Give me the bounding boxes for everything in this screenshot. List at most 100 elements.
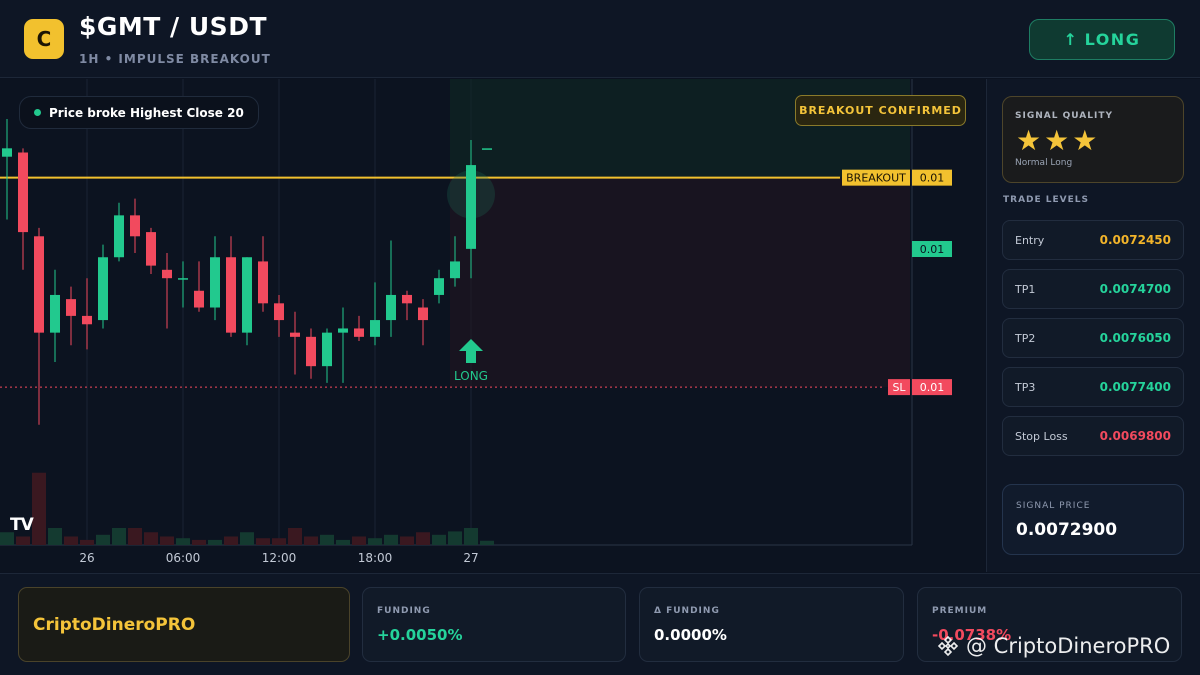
brand-card: CriptoDineroPRO bbox=[18, 587, 350, 662]
price-chart[interactable]: LONG 0.01 BREAKOUT 0.01 SL 0.01 26 06:00 12:00 18… bbox=[0, 79, 985, 572]
candle-body[interactable] bbox=[18, 152, 28, 233]
long-marker-label: LONG bbox=[454, 369, 488, 383]
volume-bar bbox=[416, 532, 430, 545]
candle-body[interactable] bbox=[2, 148, 12, 157]
candle-body[interactable] bbox=[210, 257, 220, 308]
candle-body[interactable] bbox=[130, 215, 140, 237]
binance-icon bbox=[937, 635, 959, 657]
volume-bar bbox=[144, 532, 158, 545]
price-tag: 0.01 bbox=[920, 172, 945, 185]
signal-price-card: SIGNAL PRICE 0.0072900 bbox=[1002, 484, 1184, 555]
volume-bar bbox=[96, 534, 110, 545]
signal-price-label: SIGNAL PRICE bbox=[1016, 501, 1091, 511]
volume-bar bbox=[272, 538, 286, 545]
app-logo: C bbox=[24, 19, 64, 59]
arrow-up-icon: ↑ bbox=[1063, 30, 1079, 49]
volume-bar bbox=[64, 536, 78, 545]
funding-label: FUNDING bbox=[377, 606, 431, 616]
candle-body[interactable] bbox=[306, 336, 316, 367]
candle-body[interactable] bbox=[482, 148, 492, 150]
volume-bar bbox=[80, 539, 94, 545]
level-name: TP1 bbox=[1015, 282, 1036, 296]
level-value: 0.0074700 bbox=[1099, 282, 1171, 296]
volume-bar bbox=[352, 536, 366, 545]
candle-body[interactable] bbox=[450, 261, 460, 279]
candle-body[interactable] bbox=[34, 236, 44, 333]
x-tick-label: 26 bbox=[79, 551, 94, 565]
volume-bar bbox=[240, 532, 254, 545]
candle-body[interactable] bbox=[466, 165, 476, 249]
candle-body[interactable] bbox=[146, 232, 156, 266]
volume-bar bbox=[336, 539, 350, 545]
candle-body[interactable] bbox=[354, 328, 364, 337]
volume-bar bbox=[384, 534, 398, 545]
candle-body[interactable] bbox=[258, 261, 268, 304]
funding-card: FUNDING +0.0050% bbox=[362, 587, 626, 662]
level-tp2[interactable]: TP2 0.0076050 bbox=[1002, 318, 1184, 358]
signal-quality-label: SIGNAL QUALITY bbox=[1015, 111, 1113, 121]
candlestick-chart[interactable]: LONG 0.01 BREAKOUT 0.01 SL 0.01 26 06:00 12:00 18… bbox=[0, 79, 985, 572]
delta-funding-card: Δ FUNDING 0.0000% bbox=[639, 587, 904, 662]
level-tp3[interactable]: TP3 0.0077400 bbox=[1002, 367, 1184, 407]
candle-body[interactable] bbox=[370, 320, 380, 337]
volume-bar bbox=[224, 536, 238, 545]
volume-bar bbox=[432, 534, 446, 545]
volume-bar bbox=[160, 536, 174, 545]
breakout-condition-text: Price broke Highest Close 20 bbox=[49, 105, 244, 120]
candle-body[interactable] bbox=[434, 278, 444, 295]
volume-bar bbox=[320, 534, 334, 545]
funding-value: +0.0050% bbox=[377, 626, 463, 644]
volume-bar bbox=[448, 531, 462, 545]
volume-bar bbox=[16, 536, 30, 545]
breakout-tag: BREAKOUT bbox=[846, 172, 906, 185]
volume-bar bbox=[368, 538, 382, 545]
watermark-text: @ CriptoDineroPRO bbox=[966, 634, 1171, 658]
candle-body[interactable] bbox=[178, 278, 188, 280]
candle-body[interactable] bbox=[50, 294, 60, 333]
level-stop-loss[interactable]: Stop Loss 0.0069800 bbox=[1002, 416, 1184, 456]
tradingview-logo: TV bbox=[10, 515, 34, 535]
candle-body[interactable] bbox=[98, 257, 108, 321]
candle-body[interactable] bbox=[386, 294, 396, 321]
candle-body[interactable] bbox=[418, 307, 428, 321]
candle-body[interactable] bbox=[194, 290, 204, 308]
candle-body[interactable] bbox=[338, 328, 348, 333]
star-rating-icon: ★★★ bbox=[1016, 124, 1101, 157]
candle-body[interactable] bbox=[162, 269, 172, 279]
candle-body[interactable] bbox=[66, 299, 76, 316]
level-name: TP2 bbox=[1015, 331, 1036, 345]
long-signal-label: LONG bbox=[1084, 30, 1141, 49]
volume-bar bbox=[256, 538, 270, 545]
candle-body[interactable] bbox=[274, 303, 284, 321]
candle-body[interactable] bbox=[82, 315, 92, 325]
breakout-condition-pill: Price broke Highest Close 20 bbox=[19, 96, 259, 129]
level-name: Entry bbox=[1015, 233, 1045, 247]
level-name: Stop Loss bbox=[1015, 429, 1068, 443]
volume-bar bbox=[288, 528, 302, 545]
volume-bar bbox=[400, 536, 414, 545]
premium-label: PREMIUM bbox=[932, 606, 988, 616]
level-tp1[interactable]: TP1 0.0074700 bbox=[1002, 269, 1184, 309]
trade-levels-title: TRADE LEVELS bbox=[1003, 195, 1089, 205]
volume-bar bbox=[32, 472, 46, 545]
pair-title: $GMT / USDT bbox=[79, 12, 267, 41]
take-profit-zone bbox=[450, 79, 910, 178]
candle-body[interactable] bbox=[242, 257, 252, 333]
delta-funding-label: Δ FUNDING bbox=[654, 606, 720, 616]
candle-body[interactable] bbox=[114, 215, 124, 258]
candle-body[interactable] bbox=[226, 257, 236, 333]
volume-bar bbox=[304, 536, 318, 545]
level-entry[interactable]: Entry 0.0072450 bbox=[1002, 220, 1184, 260]
volume-bar bbox=[480, 540, 494, 545]
candle-body[interactable] bbox=[402, 294, 412, 304]
stop-loss-zone bbox=[450, 177, 910, 388]
volume-bar bbox=[208, 539, 222, 545]
candle-body[interactable] bbox=[322, 332, 332, 367]
x-tick-label: 12:00 bbox=[262, 551, 297, 565]
long-signal-button[interactable]: ↑ LONG bbox=[1029, 19, 1175, 60]
x-tick-label: 06:00 bbox=[166, 551, 201, 565]
status-dot bbox=[34, 109, 41, 116]
x-tick-label: 18:00 bbox=[358, 551, 393, 565]
price-tag: 0.01 bbox=[920, 381, 945, 394]
candle-body[interactable] bbox=[290, 332, 300, 337]
